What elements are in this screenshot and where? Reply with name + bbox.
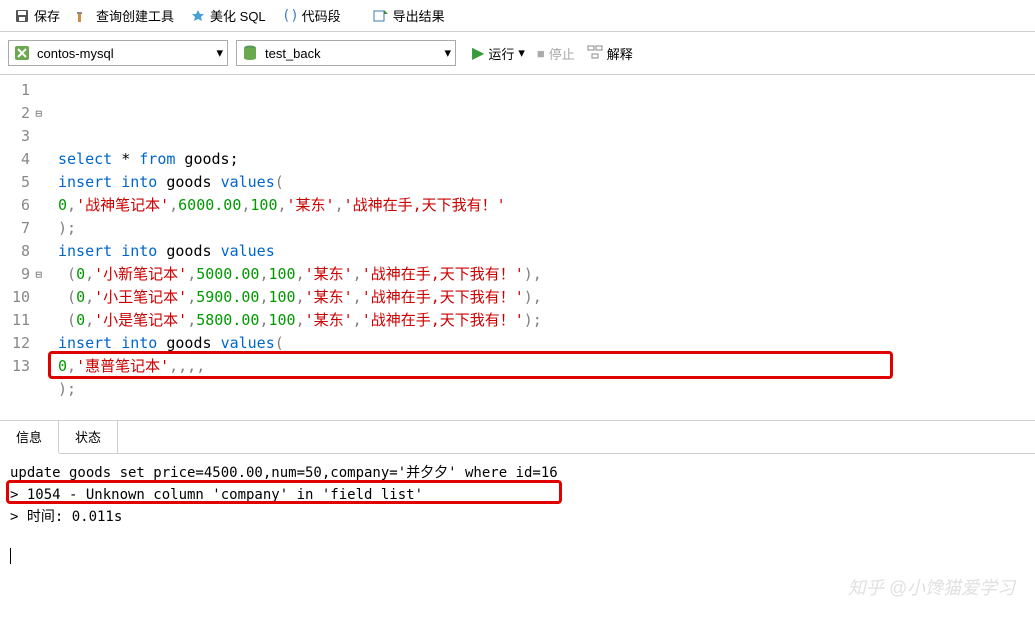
highlight-annotation <box>48 351 893 379</box>
stop-label: 停止 <box>549 44 575 63</box>
code-line[interactable] <box>58 401 1027 420</box>
play-icon: ▶ <box>472 43 484 63</box>
code-area[interactable]: select * from goods;insert into goods va… <box>50 75 1035 420</box>
save-icon <box>14 8 30 24</box>
code-line[interactable]: 0,'战神笔记本',6000.00,100,'某东','战神在手,天下我有！' <box>58 194 1027 217</box>
query-builder-button[interactable]: 查询创建工具 <box>70 4 180 27</box>
gutter-line: 4 <box>4 148 42 171</box>
gutter-line: 3 <box>4 125 42 148</box>
run-button[interactable]: ▶ 运行 ▾ <box>472 43 525 63</box>
explain-button[interactable]: 解释 <box>587 44 633 63</box>
code-line[interactable]: insert into goods values( <box>58 171 1027 194</box>
top-toolbar: 保存 查询创建工具 美化 SQL () 代码段 导出结果 <box>0 0 1035 32</box>
query-builder-icon <box>76 8 92 24</box>
chevron-down-icon: ▾ <box>216 45 223 61</box>
highlight-annotation <box>6 480 562 504</box>
database-dropdown[interactable]: test_back ▾ <box>236 40 456 66</box>
svg-text:(): () <box>282 8 298 24</box>
code-line[interactable]: ); <box>58 217 1027 240</box>
code-line[interactable]: select * from goods; <box>58 148 1027 171</box>
gutter-line: 7 <box>4 217 42 240</box>
output-line-time: > 时间: 0.011s <box>10 506 1025 528</box>
code-snippet-button[interactable]: () 代码段 <box>276 4 347 27</box>
sql-editor: 12⊟3456789⊟10111213 select * from goods;… <box>0 75 1035 420</box>
database-name: test_back <box>265 46 438 61</box>
server-dropdown[interactable]: contos-mysql ▾ <box>8 40 228 66</box>
beautify-icon <box>190 8 206 24</box>
code-line[interactable]: (0,'小新笔记本',5000.00,100,'某东','战神在手,天下我有！'… <box>58 263 1027 286</box>
stop-button[interactable]: ■ 停止 <box>537 44 575 63</box>
save-label: 保存 <box>34 6 60 25</box>
gutter-line: 12 <box>4 332 42 355</box>
gutter-line: 8 <box>4 240 42 263</box>
save-button[interactable]: 保存 <box>8 4 66 27</box>
beautify-label: 美化 SQL <box>210 6 266 25</box>
explain-icon <box>587 44 603 63</box>
gutter-line: 6 <box>4 194 42 217</box>
run-label: 运行 <box>488 44 514 63</box>
gutter-line: 10 <box>4 286 42 309</box>
connection-bar: contos-mysql ▾ test_back ▾ ▶ 运行 ▾ ■ 停止 解… <box>0 32 1035 75</box>
gutter-line: 11 <box>4 309 42 332</box>
stop-icon: ■ <box>537 46 545 61</box>
query-builder-label: 查询创建工具 <box>96 6 174 25</box>
beautify-sql-button[interactable]: 美化 SQL <box>184 4 272 27</box>
output-section: 信息 状态 update goods set price=4500.00,num… <box>0 420 1035 594</box>
output-panel: update goods set price=4500.00,num=50,co… <box>0 454 1035 594</box>
code-line[interactable]: insert into goods values <box>58 240 1027 263</box>
gutter-line: 5 <box>4 171 42 194</box>
line-gutter: 12⊟3456789⊟10111213 <box>0 75 50 420</box>
code-line[interactable]: (0,'小王笔记本',5900.00,100,'某东','战神在手,天下我有！'… <box>58 286 1027 309</box>
gutter-line: 2⊟ <box>4 102 42 125</box>
chevron-down-icon: ▾ <box>518 45 525 61</box>
tab-status[interactable]: 状态 <box>59 421 118 453</box>
code-line[interactable]: ); <box>58 378 1027 401</box>
watermark: 知乎 @小馋猫爱学习 <box>848 574 1015 600</box>
server-icon <box>13 44 31 62</box>
explain-label: 解释 <box>607 44 633 63</box>
export-label: 导出结果 <box>393 6 445 25</box>
gutter-line: 9⊟ <box>4 263 42 286</box>
export-icon <box>373 8 389 24</box>
code-snippet-icon: () <box>282 8 298 24</box>
code-snippet-label: 代码段 <box>302 6 341 25</box>
gutter-line: 13 <box>4 355 42 378</box>
database-icon <box>241 44 259 62</box>
tab-info[interactable]: 信息 <box>0 421 59 454</box>
output-tabs: 信息 状态 <box>0 421 1035 454</box>
code-line[interactable]: (0,'小是笔记本',5800.00,100,'某东','战神在手,天下我有！'… <box>58 309 1027 332</box>
server-name: contos-mysql <box>37 46 210 61</box>
gutter-line: 1 <box>4 79 42 102</box>
export-result-button[interactable]: 导出结果 <box>367 4 451 27</box>
chevron-down-icon: ▾ <box>444 45 451 61</box>
